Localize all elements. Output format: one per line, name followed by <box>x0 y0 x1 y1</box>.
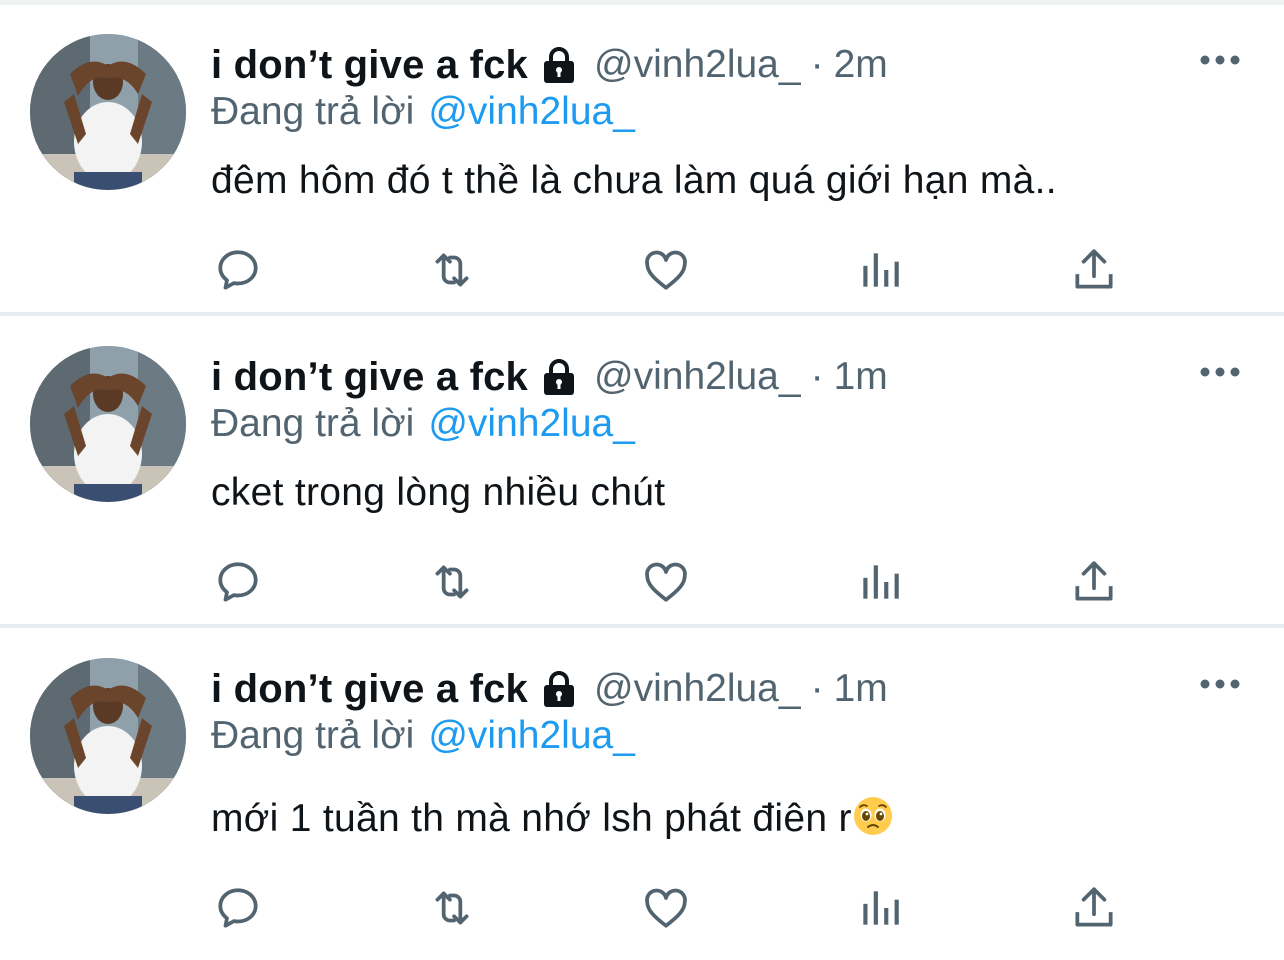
replying-to: Đang trả lời @vinh2lua_ <box>211 402 635 446</box>
share-button[interactable] <box>1066 554 1122 610</box>
separator-dot: · <box>810 355 824 398</box>
like-button[interactable] <box>638 242 694 298</box>
display-name[interactable]: i don’t give a fck <box>211 43 528 88</box>
share-icon <box>1075 887 1113 927</box>
display-name[interactable]: i don’t give a fck <box>211 355 528 400</box>
timestamp[interactable]: 1m <box>834 355 888 399</box>
tweet-actions <box>0 554 1284 614</box>
reply-icon <box>218 562 258 602</box>
replying-to-label: Đang trả lời <box>211 90 415 133</box>
replying-to-label: Đang trả lời <box>211 714 415 757</box>
retweet-button[interactable] <box>424 554 480 610</box>
lock-icon <box>538 356 580 398</box>
retweet-icon <box>435 565 469 599</box>
share-button[interactable] <box>1066 880 1122 936</box>
tweet-text: cket trong lòng nhiều chút <box>211 471 666 514</box>
replying-to-handle[interactable]: @vinh2lua_ <box>428 90 635 133</box>
separator-dot: · <box>810 667 824 710</box>
handle[interactable]: @vinh2lua_ <box>594 355 801 399</box>
reply-button[interactable] <box>210 554 266 610</box>
retweet-icon <box>435 891 469 925</box>
analytics-icon <box>863 253 899 287</box>
share-icon <box>1075 561 1113 601</box>
analytics-button[interactable] <box>852 880 908 936</box>
replying-to: Đang trả lời @vinh2lua_ <box>211 90 635 134</box>
tweet-text-content: mới 1 tuần th mà nhớ lsh phát điên r <box>211 797 852 840</box>
tweet-text: đêm hôm đó t thề là chưa làm quá giới hạ… <box>211 159 1057 202</box>
reply-button[interactable] <box>210 242 266 298</box>
tweet[interactable]: i don’t give a fck @vinh2lua_ · 1m Đang … <box>0 316 1284 628</box>
share-button[interactable] <box>1066 242 1122 298</box>
more-icon[interactable] <box>1198 48 1242 72</box>
like-button[interactable] <box>638 880 694 936</box>
tweet-header: i don’t give a fck @vinh2lua_ · 1m <box>211 664 888 714</box>
tweet-header: i don’t give a fck @vinh2lua_ · 1m <box>211 352 888 402</box>
avatar[interactable] <box>30 34 186 190</box>
analytics-icon <box>863 565 899 599</box>
more-icon[interactable] <box>1198 360 1242 384</box>
replying-to: Đang trả lời @vinh2lua_ <box>211 714 635 758</box>
heart-icon <box>645 562 687 602</box>
analytics-button[interactable] <box>852 242 908 298</box>
tweet[interactable]: i don’t give a fck @vinh2lua_ · 2m Đang … <box>0 4 1284 316</box>
tweet-actions <box>0 242 1284 302</box>
pleading-face-emoji-icon <box>852 795 894 837</box>
heart-icon <box>645 888 687 928</box>
replying-to-label: Đang trả lời <box>211 402 415 445</box>
share-icon <box>1075 249 1113 289</box>
heart-icon <box>645 250 687 290</box>
reply-icon <box>218 888 258 928</box>
like-button[interactable] <box>638 554 694 610</box>
separator-dot: · <box>810 43 824 86</box>
avatar[interactable] <box>30 346 186 502</box>
lock-icon <box>538 44 580 86</box>
tweet[interactable]: i don’t give a fck @vinh2lua_ · 1m Đang … <box>0 628 1284 940</box>
reply-icon <box>218 250 258 290</box>
lock-icon <box>538 668 580 710</box>
reply-button[interactable] <box>210 880 266 936</box>
display-name[interactable]: i don’t give a fck <box>211 667 528 712</box>
replying-to-handle[interactable]: @vinh2lua_ <box>428 714 635 757</box>
tweet-text: mới 1 tuần th mà nhớ lsh phát điên r <box>211 795 894 841</box>
more-icon[interactable] <box>1198 672 1242 696</box>
timestamp[interactable]: 2m <box>834 43 888 87</box>
tweet-feed: i don’t give a fck @vinh2lua_ · 2m Đang … <box>0 0 1284 960</box>
timestamp[interactable]: 1m <box>834 667 888 711</box>
tweet-actions <box>0 880 1284 940</box>
tweet-header: i don’t give a fck @vinh2lua_ · 2m <box>211 40 888 90</box>
handle[interactable]: @vinh2lua_ <box>594 43 801 87</box>
analytics-button[interactable] <box>852 554 908 610</box>
retweet-button[interactable] <box>424 880 480 936</box>
avatar[interactable] <box>30 658 186 814</box>
retweet-icon <box>435 253 469 287</box>
handle[interactable]: @vinh2lua_ <box>594 667 801 711</box>
analytics-icon <box>863 891 899 925</box>
retweet-button[interactable] <box>424 242 480 298</box>
replying-to-handle[interactable]: @vinh2lua_ <box>428 402 635 445</box>
